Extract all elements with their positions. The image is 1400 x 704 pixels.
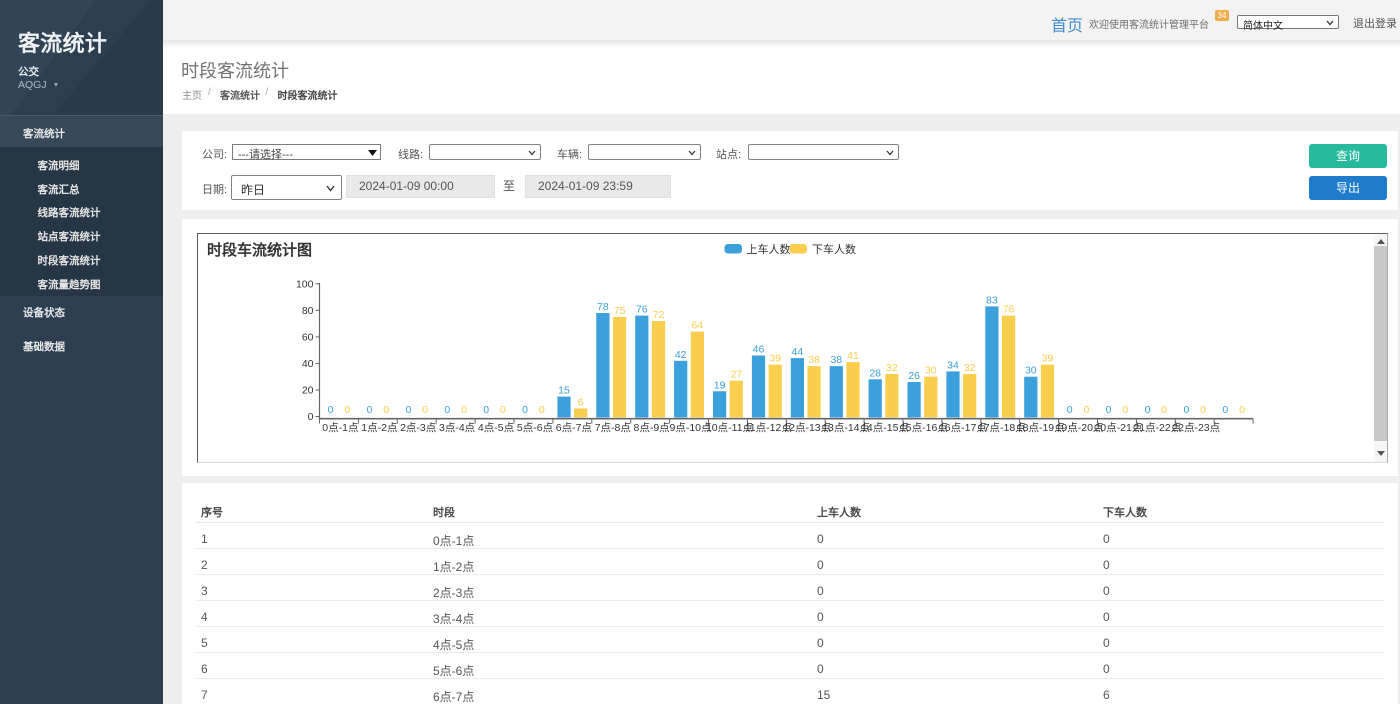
svg-text:3点-4点: 3点-4点 [439, 422, 475, 434]
svg-text:8点-9点: 8点-9点 [634, 422, 670, 434]
svg-text:0: 0 [1122, 404, 1128, 416]
svg-text:75: 75 [614, 305, 626, 317]
svg-text:6: 6 [578, 397, 584, 409]
svg-text:0: 0 [1239, 404, 1245, 416]
svg-text:30: 30 [925, 365, 937, 377]
svg-text:0: 0 [383, 404, 389, 416]
svg-text:0: 0 [1083, 404, 1089, 416]
svg-text:0: 0 [1145, 404, 1151, 416]
svg-text:0: 0 [405, 404, 411, 416]
svg-text:0: 0 [308, 411, 314, 423]
svg-text:28: 28 [869, 367, 881, 379]
svg-text:40: 40 [302, 358, 314, 370]
svg-text:0: 0 [344, 404, 350, 416]
svg-text:0: 0 [444, 404, 450, 416]
svg-text:2点-3点: 2点-3点 [400, 422, 436, 434]
svg-text:4点-5点: 4点-5点 [478, 422, 514, 434]
svg-text:1点-2点: 1点-2点 [361, 422, 397, 434]
svg-text:32: 32 [886, 362, 898, 374]
svg-text:76: 76 [1003, 304, 1015, 316]
svg-text:64: 64 [692, 320, 704, 332]
svg-text:72: 72 [653, 309, 665, 321]
svg-text:42: 42 [675, 349, 687, 361]
svg-text:60: 60 [302, 331, 314, 343]
svg-text:38: 38 [808, 354, 820, 366]
svg-text:6点-7点: 6点-7点 [556, 422, 592, 434]
svg-text:32: 32 [964, 362, 976, 374]
svg-text:41: 41 [847, 350, 859, 362]
svg-text:5点-6点: 5点-6点 [517, 422, 553, 434]
svg-text:0: 0 [1161, 404, 1167, 416]
svg-text:38: 38 [830, 354, 842, 366]
svg-text:15: 15 [558, 385, 570, 397]
svg-text:时段车流统计图: 时段车流统计图 [207, 241, 312, 259]
svg-text:0: 0 [1106, 404, 1112, 416]
svg-text:0: 0 [461, 404, 467, 416]
svg-text:100: 100 [296, 278, 314, 290]
svg-text:0: 0 [1200, 404, 1206, 416]
svg-text:0: 0 [500, 404, 506, 416]
svg-text:22点-23点: 22点-23点 [1172, 422, 1220, 434]
svg-text:19: 19 [714, 379, 726, 391]
svg-text:80: 80 [302, 305, 314, 317]
svg-text:34: 34 [947, 359, 959, 371]
svg-text:27: 27 [730, 369, 742, 381]
svg-text:7点-8点: 7点-8点 [595, 422, 631, 434]
svg-text:83: 83 [986, 294, 998, 306]
svg-text:78: 78 [597, 301, 609, 313]
svg-text:0: 0 [522, 404, 528, 416]
svg-text:上车人数: 上车人数 [747, 242, 791, 256]
svg-text:0: 0 [1183, 404, 1189, 416]
svg-text:0点-1点: 0点-1点 [322, 422, 358, 434]
svg-text:0: 0 [1222, 404, 1228, 416]
svg-text:39: 39 [769, 353, 781, 365]
svg-text:76: 76 [636, 304, 648, 316]
svg-text:44: 44 [792, 346, 804, 358]
svg-text:20: 20 [302, 384, 314, 396]
svg-text:下车人数: 下车人数 [812, 242, 856, 256]
svg-text:0: 0 [328, 404, 334, 416]
svg-text:0: 0 [1067, 404, 1073, 416]
svg-text:0: 0 [483, 404, 489, 416]
svg-text:46: 46 [753, 344, 765, 356]
svg-text:0: 0 [422, 404, 428, 416]
svg-text:26: 26 [908, 370, 920, 382]
svg-text:39: 39 [1042, 353, 1054, 365]
svg-text:30: 30 [1025, 365, 1037, 377]
svg-text:0: 0 [367, 404, 373, 416]
svg-text:0: 0 [539, 404, 545, 416]
